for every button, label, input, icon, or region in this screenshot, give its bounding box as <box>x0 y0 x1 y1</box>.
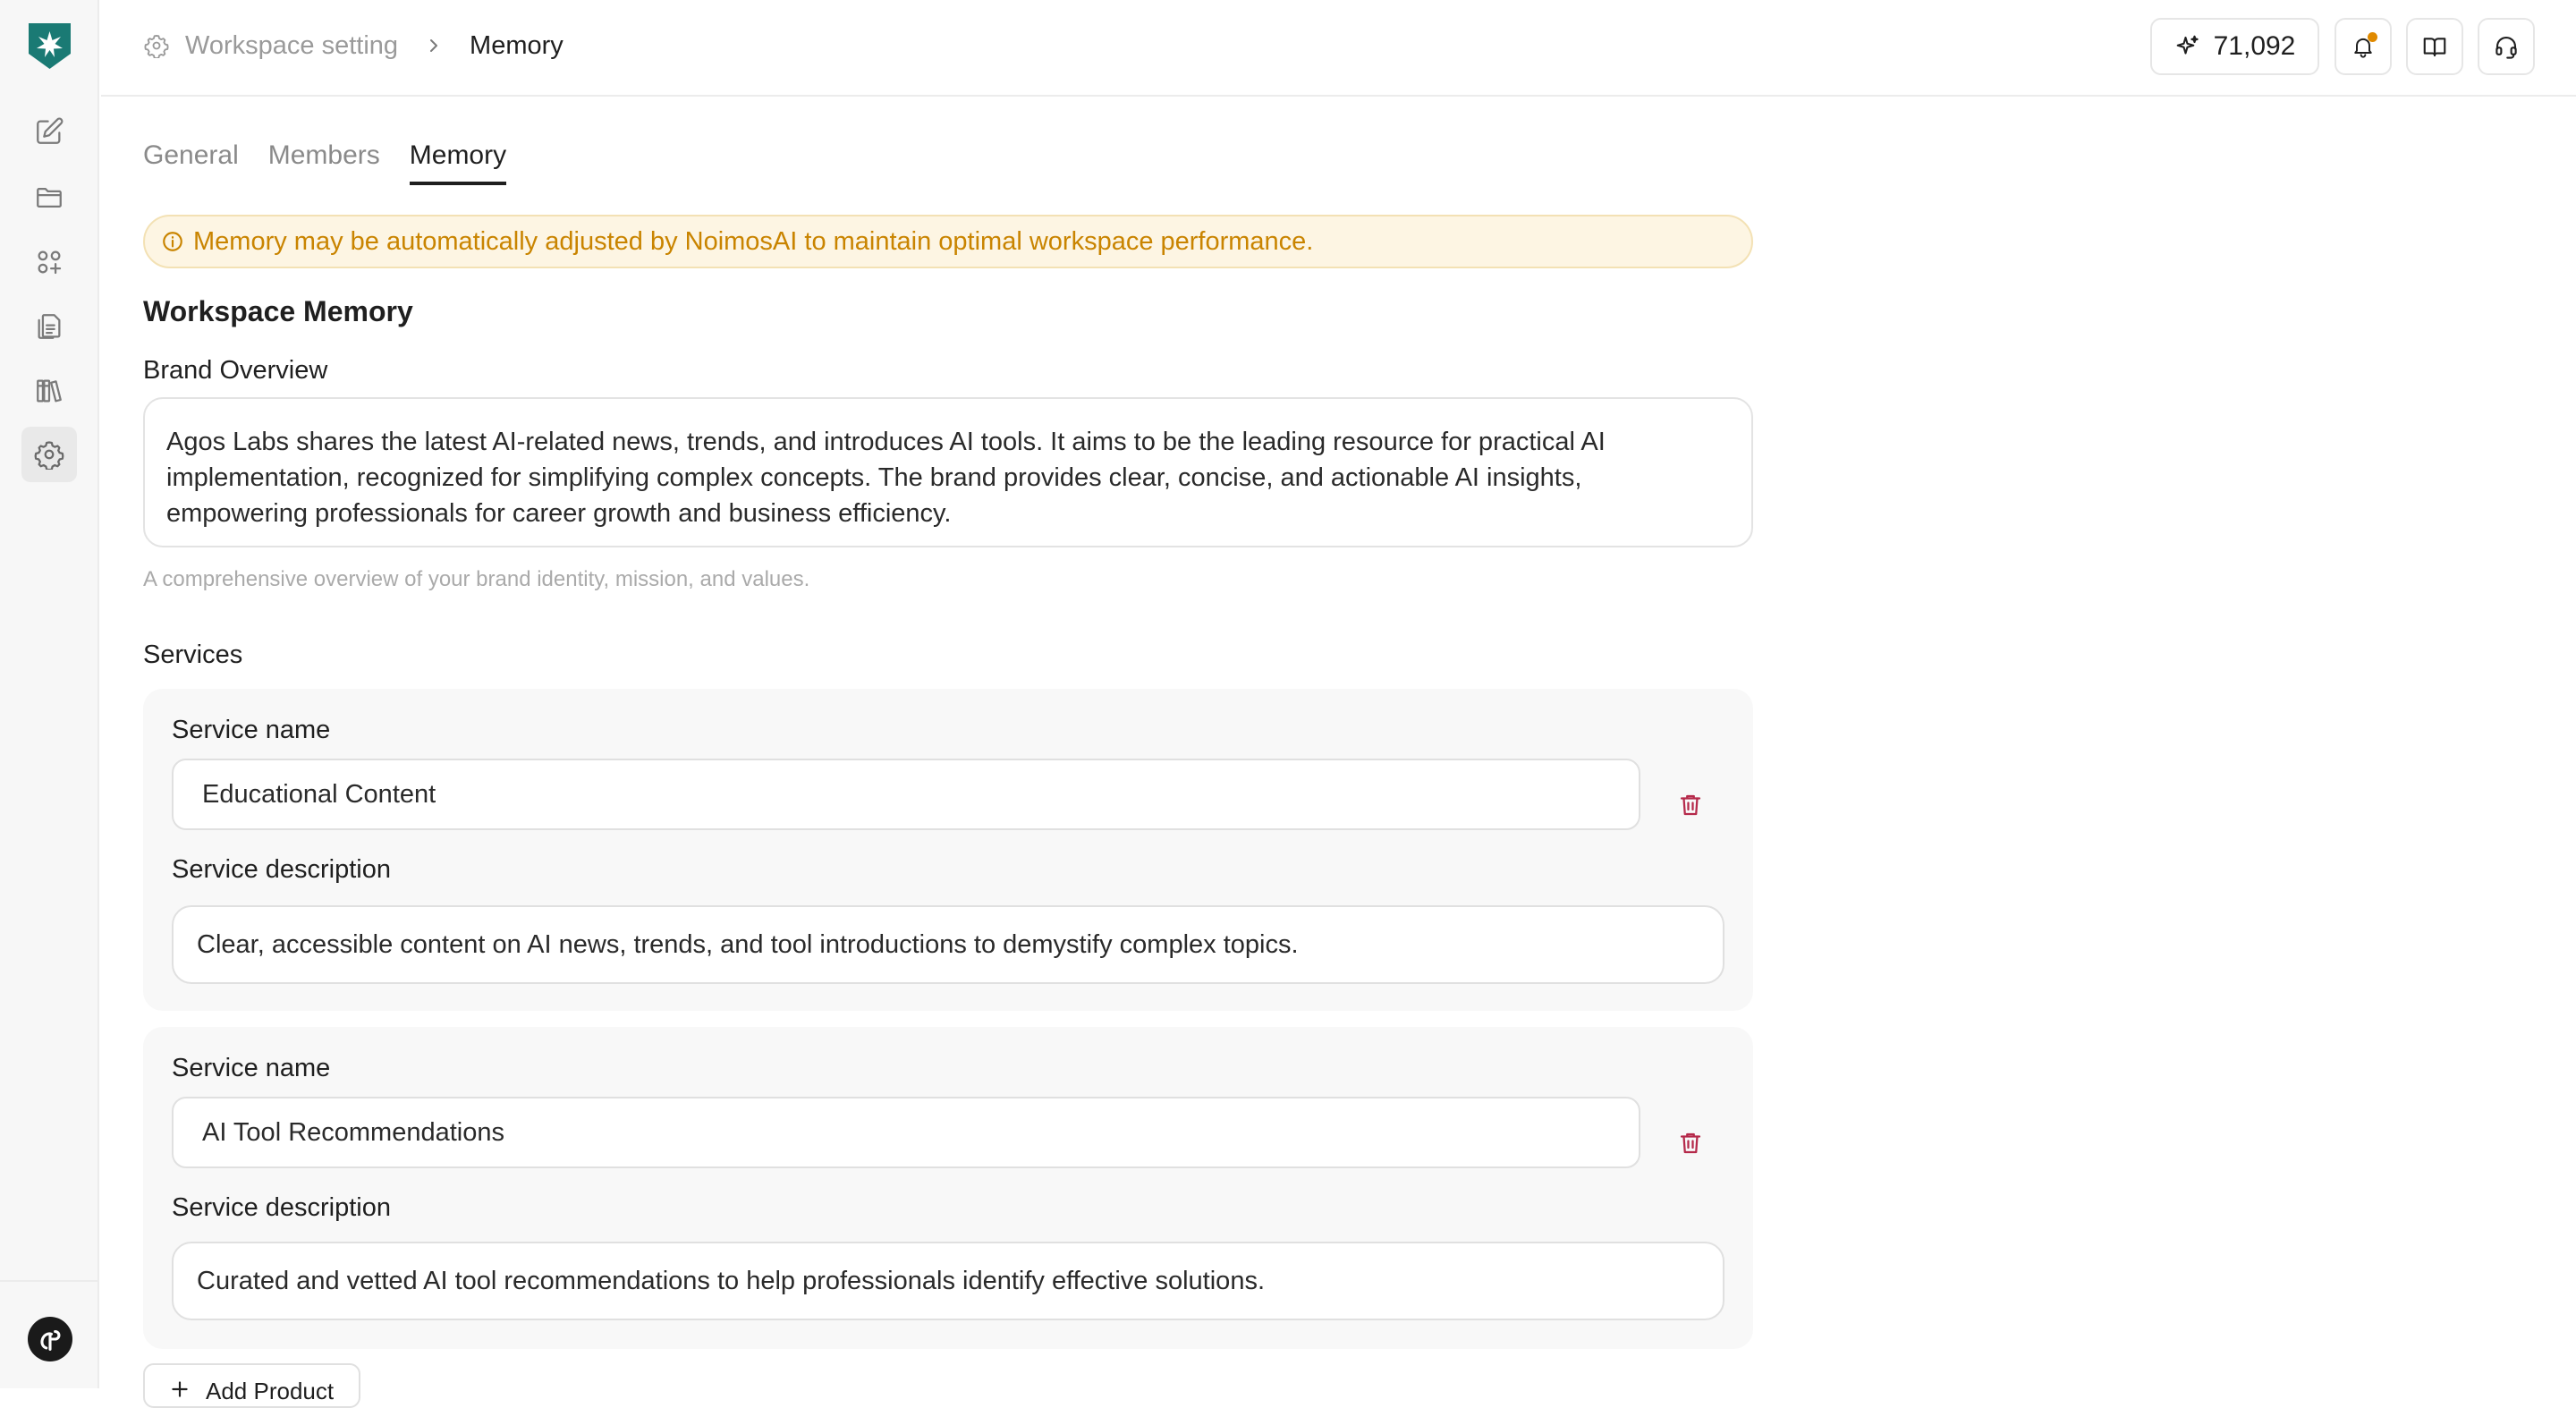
service-description-label: Service description <box>172 855 391 884</box>
plus-icon <box>168 1378 191 1401</box>
section-title: Workspace Memory <box>143 295 413 327</box>
chevron-right-icon <box>423 35 445 56</box>
services-label: Services <box>143 640 243 669</box>
tab-members[interactable]: Members <box>268 140 380 185</box>
book-open-icon <box>2421 33 2448 60</box>
top-header: Workspace setting Memory 71,092 <box>101 0 2576 97</box>
apps-icon[interactable] <box>21 234 77 290</box>
brand-overview-helper: A comprehensive overview of your brand i… <box>143 567 810 591</box>
settings-icon[interactable] <box>21 427 77 482</box>
memory-notice-banner: Memory may be automatically adjusted by … <box>143 215 1753 268</box>
sidebar <box>0 0 99 1388</box>
add-product-button[interactable]: Add Product <box>143 1363 360 1408</box>
sparkle-icon <box>2174 33 2201 60</box>
service-description-label: Service description <box>172 1193 391 1222</box>
credits-count: 71,092 <box>2213 31 2296 61</box>
breadcrumb: Workspace setting Memory <box>144 27 564 64</box>
brand-overview-textarea[interactable]: Agos Labs shares the latest AI-related n… <box>143 397 1753 547</box>
headset-icon <box>2493 33 2520 60</box>
notice-text: Memory may be automatically adjusted by … <box>193 226 1314 256</box>
edit-icon[interactable] <box>21 104 77 159</box>
service-description-input[interactable]: Curated and vetted AI tool recommendatio… <box>172 1242 1724 1320</box>
service-card: Service name AI Tool Recommendations Ser… <box>143 1027 1753 1349</box>
bell-icon <box>2351 32 2377 59</box>
credits-button[interactable]: 71,092 <box>2150 18 2319 75</box>
tab-memory[interactable]: Memory <box>409 140 507 185</box>
service-name-input[interactable]: AI Tool Recommendations <box>172 1097 1640 1168</box>
folder-icon[interactable] <box>21 170 77 225</box>
sidebar-divider <box>0 1280 99 1282</box>
service-name-label: Service name <box>172 716 331 744</box>
trash-icon <box>1677 1130 1704 1157</box>
trash-icon <box>1677 792 1704 819</box>
avatar[interactable] <box>28 1317 72 1361</box>
settings-tabs: General Members Memory <box>143 140 507 185</box>
brand-overview-label: Brand Overview <box>143 356 328 385</box>
service-description-input[interactable]: Clear, accessible content on AI news, tr… <box>172 905 1724 984</box>
tab-general[interactable]: General <box>143 140 239 185</box>
service-name-input[interactable]: Educational Content <box>172 759 1640 830</box>
delete-service-button[interactable] <box>1669 784 1712 827</box>
gear-icon <box>144 33 169 58</box>
documents-icon[interactable] <box>21 299 77 354</box>
support-button[interactable] <box>2478 18 2535 75</box>
add-product-label: Add Product <box>206 1378 335 1404</box>
service-card: Service name Educational Content Service… <box>143 689 1753 1011</box>
app-logo[interactable] <box>29 23 71 69</box>
info-icon <box>161 230 184 253</box>
notification-dot <box>2368 32 2377 42</box>
delete-service-button[interactable] <box>1669 1122 1712 1165</box>
breadcrumb-parent[interactable]: Workspace setting <box>185 31 398 61</box>
breadcrumb-current: Memory <box>470 30 564 60</box>
notifications-button[interactable] <box>2334 18 2392 75</box>
docs-button[interactable] <box>2406 18 2463 75</box>
library-icon[interactable] <box>21 363 77 419</box>
service-name-label: Service name <box>172 1054 331 1082</box>
